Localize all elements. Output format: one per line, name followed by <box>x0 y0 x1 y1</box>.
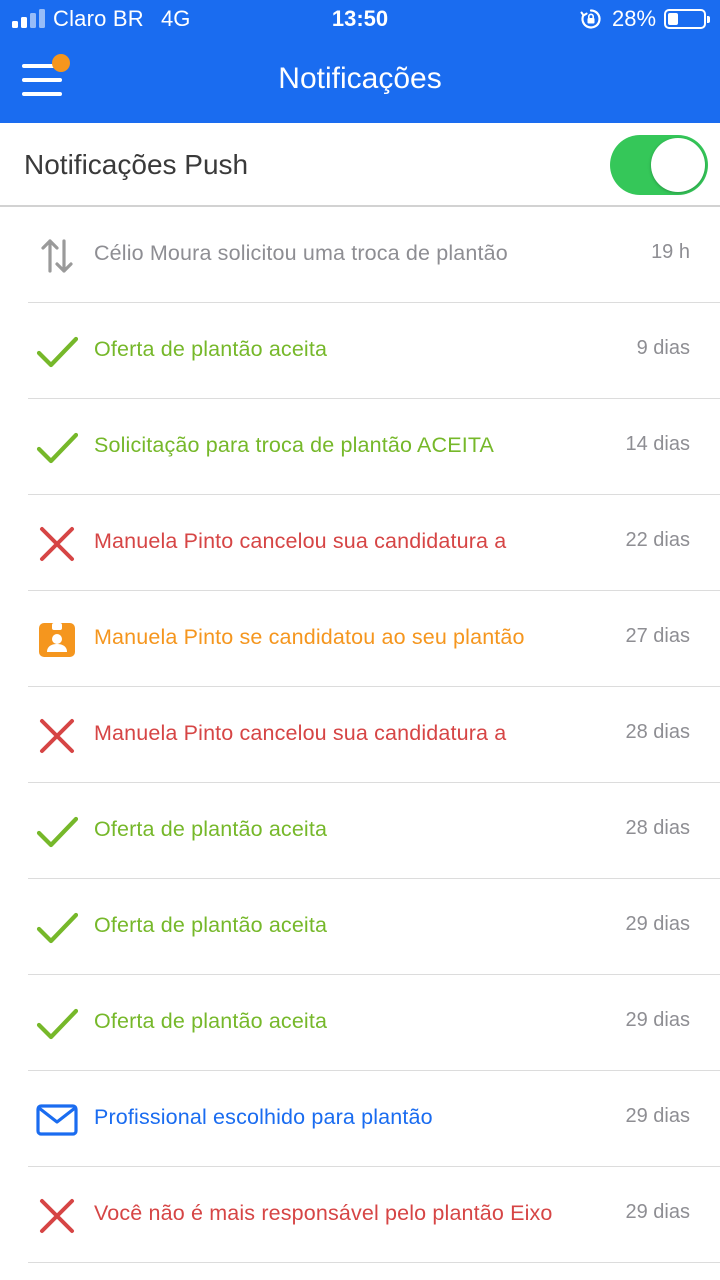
notification-text: Célio Moura solicitou uma troca de plant… <box>94 241 508 265</box>
checkmark-icon <box>36 331 78 373</box>
app-header: Claro BR 4G 13:50 28% Notificações <box>0 0 720 123</box>
notification-item[interactable]: Você não é mais responsável pelo plantão… <box>28 1167 720 1263</box>
checkmark-icon <box>36 1003 78 1045</box>
checkmark-icon <box>36 811 78 853</box>
page-title: Notificações <box>278 62 442 95</box>
envelope-icon <box>36 1099 78 1141</box>
battery-icon <box>664 9 710 29</box>
notification-text: Manuela Pinto cancelou sua candidatura a <box>94 529 507 553</box>
notification-item[interactable]: Manuela Pinto cancelou sua candidatura a… <box>28 495 720 591</box>
rotation-lock-icon <box>580 8 602 30</box>
notification-text: Oferta de plantão aceita <box>94 913 328 937</box>
notification-item[interactable]: Solicitação para troca de plantão ACEITA… <box>28 399 720 495</box>
push-notifications-label: Notificações Push <box>24 149 249 180</box>
push-notifications-setting: Notificações Push <box>0 123 720 207</box>
cross-icon <box>36 715 78 757</box>
notification-text: Manuela Pinto se candidatou ao seu plant… <box>94 625 525 649</box>
notification-time: 9 dias <box>636 337 690 359</box>
notification-item[interactable]: Oferta de plantão aceita 29 dias <box>28 975 720 1071</box>
toggle-knob <box>651 138 705 192</box>
notification-text: Profissional escolhido para plantão <box>94 1105 433 1129</box>
notification-text: Você não é mais responsável pelo plantão… <box>94 1201 553 1225</box>
cross-icon <box>36 523 78 565</box>
notification-item[interactable]: Manuela Pinto se candidatou ao seu plant… <box>28 591 720 687</box>
notification-item[interactable]: Célio Moura solicitou uma troca de plant… <box>28 207 720 303</box>
id-badge-icon <box>36 619 78 661</box>
notification-time: 28 dias <box>625 721 691 743</box>
notification-time: 29 dias <box>625 913 691 935</box>
notification-time: 29 dias <box>625 1105 691 1127</box>
checkmark-icon <box>36 427 78 469</box>
notification-time: 14 dias <box>625 433 691 455</box>
notification-time: 22 dias <box>625 529 691 551</box>
swap-arrows-icon <box>36 235 78 277</box>
notification-item[interactable]: Oferta de plantão aceita 28 dias <box>28 783 720 879</box>
notification-text: Solicitação para troca de plantão ACEITA <box>94 433 494 457</box>
notification-time: 19 h <box>651 241 690 263</box>
notification-time: 29 dias <box>625 1009 691 1031</box>
push-notifications-toggle[interactable] <box>610 135 708 195</box>
notification-time: 28 dias <box>625 817 691 839</box>
notification-time: 29 dias <box>625 1201 691 1223</box>
notification-text: Oferta de plantão aceita <box>94 1009 328 1033</box>
notification-time: 27 dias <box>625 625 691 647</box>
status-bar: Claro BR 4G 13:50 28% <box>0 0 720 40</box>
notification-text: Manuela Pinto cancelou sua candidatura a <box>94 721 507 745</box>
notification-text: Oferta de plantão aceita <box>94 817 328 841</box>
notification-list: Célio Moura solicitou uma troca de plant… <box>0 207 720 1263</box>
cross-icon <box>36 1195 78 1237</box>
notification-item[interactable]: Oferta de plantão aceita 9 dias <box>28 303 720 399</box>
notification-item[interactable]: Oferta de plantão aceita 29 dias <box>28 879 720 975</box>
notification-item[interactable]: Profissional escolhido para plantão 29 di… <box>28 1071 720 1167</box>
battery-percentage: 28% <box>612 6 657 31</box>
notification-text: Oferta de plantão aceita <box>94 337 328 361</box>
notification-item[interactable]: Manuela Pinto cancelou sua candidatura a… <box>28 687 720 783</box>
checkmark-icon <box>36 907 78 949</box>
